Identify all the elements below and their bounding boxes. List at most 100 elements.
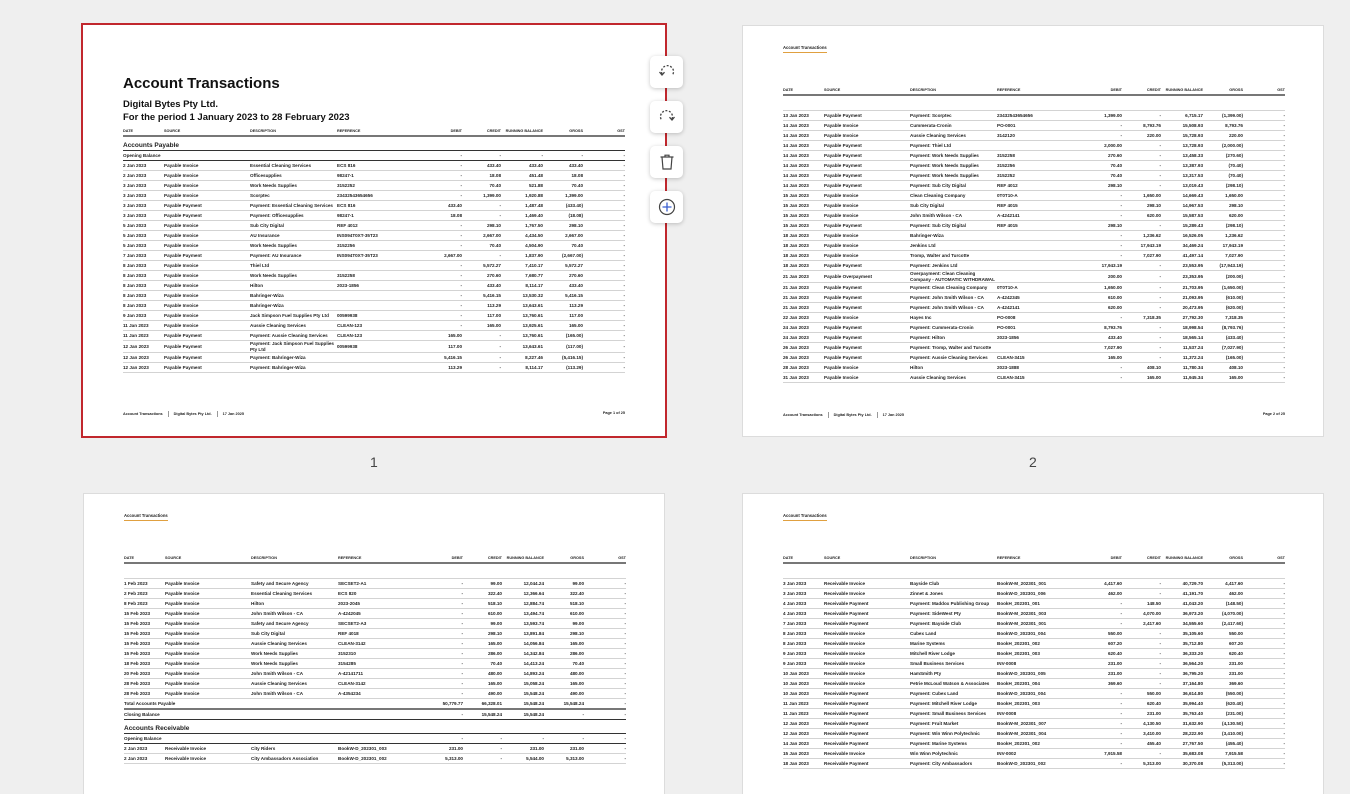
cell-date: 11 Jan 2023 xyxy=(123,320,164,331)
cell-gross: 298.10 xyxy=(1203,200,1243,211)
cell-gross: 165.00 xyxy=(544,678,584,689)
spacer-row xyxy=(124,563,626,579)
page-thumbnail-4[interactable]: Account Transactions Date Source Descripti… xyxy=(743,494,1323,794)
cell-gross: 550.00 xyxy=(1203,628,1243,639)
cell-debit: 1,399.00 xyxy=(1072,110,1122,121)
cell-reference: INV-0002 xyxy=(997,748,1072,759)
page-thumbnail-2[interactable]: Account Transactions Date Source Descripti… xyxy=(743,26,1323,436)
table-row: 24 Jan 2023 Payable Payment Payment: Cumme… xyxy=(783,322,1285,333)
column-header-date: Date xyxy=(783,82,824,96)
cell-debit: 231.00 xyxy=(413,743,463,754)
column-header-source: Source xyxy=(824,550,910,564)
cell-credit: 270.60 xyxy=(462,270,501,281)
cell-description: Payment: Marine Systems xyxy=(910,738,997,749)
cell-source: Payable Invoice xyxy=(164,240,250,251)
page-thumbnail-3[interactable]: Account Transactions Date Source Descripti… xyxy=(84,494,664,794)
table-row: 15 Feb 2023 Payable Invoice John Smith Wil… xyxy=(124,608,626,619)
section-heading: Accounts Payable xyxy=(123,136,625,151)
table-row: 26 Jan 2023 Payable Payment Payment: Aussi… xyxy=(783,352,1285,363)
cell-credit: 433.40 xyxy=(462,160,501,171)
column-header-date: Date xyxy=(124,550,165,564)
cell-debit: 462.00 xyxy=(1072,588,1122,599)
cell-date: 18 Jan 2023 xyxy=(783,250,824,261)
table-row: 24 Jan 2023 Payable Payment Payment: Hilto… xyxy=(783,332,1285,343)
cell-date: 24 Jan 2023 xyxy=(783,332,824,343)
table-row: 9 Jan 2023 Payable Invoice Jack Simpson Fu… xyxy=(123,310,625,321)
cell-credit: - xyxy=(1122,160,1161,171)
insert-page-button[interactable] xyxy=(650,191,683,223)
cell-debit: 620.40 xyxy=(1072,648,1122,659)
cell-credit: - xyxy=(1122,220,1161,231)
cell-description: Payment: Small Business Services xyxy=(910,708,997,719)
cell-source: Payable Payment xyxy=(164,210,250,221)
table-row: 8 Jan 2023 Payable Invoice Thiel Ltd -5,572… xyxy=(123,260,625,271)
cell-description: Payment: Work Needs Supplies xyxy=(910,150,997,161)
cell-description: Payment: Sub City Digital xyxy=(910,180,997,191)
cell-reference: BookH_202301_002 xyxy=(997,638,1072,649)
cell-reference: BookH_202301_003 xyxy=(997,698,1072,709)
table-row: 8 Jan 2023 Payable Invoice Bahringer-Wiza -… xyxy=(123,300,625,311)
cell-gross: (70.40) xyxy=(1203,170,1243,181)
cell-debit: - xyxy=(412,180,462,191)
cell-reference: 98247-1 xyxy=(337,210,412,221)
cell-reference: BookW-D_202301_005 xyxy=(997,668,1072,679)
cell-running-balance: 13,019.43 xyxy=(1161,180,1203,191)
cell-description: Payment: Jenkins Ltd xyxy=(910,260,997,271)
rotate-right-button[interactable] xyxy=(650,101,683,133)
page-thumbnail-1[interactable]: Account Transactions Digital Bytes Pty L… xyxy=(81,23,667,438)
column-header-running-balance: Running Balance xyxy=(502,550,544,564)
cell-description: Hayes Inc xyxy=(910,312,997,323)
cell-date: 13 Jan 2023 xyxy=(783,110,824,121)
cell-gross: 286.00 xyxy=(544,648,584,659)
cell-gross: (1,650.00) xyxy=(1203,282,1243,293)
cell-source: Payable Invoice xyxy=(165,578,251,589)
cell-running-balance: 7,410.17 xyxy=(501,260,543,271)
cell-reference: BookW-D_202301_002 xyxy=(338,753,413,764)
cell-date: 21 Jan 2023 xyxy=(783,292,824,303)
cell-credit: 165.00 xyxy=(463,678,502,689)
cell-date: 21 Jan 2023 xyxy=(783,282,824,293)
cell-gst: - xyxy=(1243,362,1285,373)
delete-page-button[interactable] xyxy=(650,146,683,178)
cell-running-balance: 12,366.64 xyxy=(502,588,544,599)
cell-reference: A-4242345 xyxy=(997,292,1072,303)
cell-credit: 70.40 xyxy=(463,658,502,669)
cell-source: Payable Invoice xyxy=(164,180,250,191)
cell-gst: - xyxy=(1243,578,1285,589)
header-row: Date Source Description Reference Debit Credi… xyxy=(783,82,1285,96)
cell-debit: 200.00 xyxy=(1072,270,1122,283)
cell-reference: CLEAN-3415 xyxy=(997,352,1072,363)
cell-source: Payable Payment xyxy=(824,260,910,271)
cell-date: 3 Jan 2023 xyxy=(123,200,164,211)
cell-running-balance: 35,683.08 xyxy=(1161,748,1203,759)
cell-description: Bahringer-Wiza xyxy=(250,300,337,311)
cell-reference: INV-0008 xyxy=(997,708,1072,719)
cell-debit: - xyxy=(1072,312,1122,323)
cell-gst: - xyxy=(583,160,625,171)
cell-source: Receivable Payment xyxy=(824,738,910,749)
cell-running-balance: 36,333.20 xyxy=(1161,648,1203,659)
cell-source: Payable Invoice xyxy=(165,588,251,599)
cell-date: 9 Jan 2023 xyxy=(783,658,824,669)
cell-debit: 4,417.60 xyxy=(1072,578,1122,589)
cell-gross: (17,943.19) xyxy=(1203,260,1243,271)
table-row: 28 Jan 2023 Payable Invoice Hilton 2023-188… xyxy=(783,362,1285,373)
cell-gst: - xyxy=(1243,332,1285,343)
cell-debit: - xyxy=(1072,190,1122,201)
cell-gst: - xyxy=(1243,312,1285,323)
transactions-table: Date Source Description Reference Debit Credi… xyxy=(124,550,626,764)
cell-gross: 480.00 xyxy=(544,668,584,679)
cell-gross: (113.29) xyxy=(543,362,583,373)
table-row: 18 Jan 2023 Payable Payment Payment: Jenki… xyxy=(783,260,1285,271)
cell-date: 11 Jan 2023 xyxy=(783,708,824,719)
cell-reference: BookW-M_202301_001 xyxy=(997,578,1072,589)
cell-gst: - xyxy=(1243,658,1285,669)
cell-gst: - xyxy=(1243,200,1285,211)
rotate-left-button[interactable] xyxy=(650,56,683,88)
cell-date: 24 Jan 2023 xyxy=(783,322,824,333)
cell-gross: (3,410.00) xyxy=(1203,728,1243,739)
cell-credit: 66,328.01 xyxy=(463,698,502,710)
cell-gross: (165.00) xyxy=(543,330,583,341)
opening-label: Opening Balance xyxy=(124,733,413,744)
cell-debit: 8,793.76 xyxy=(1072,322,1122,333)
